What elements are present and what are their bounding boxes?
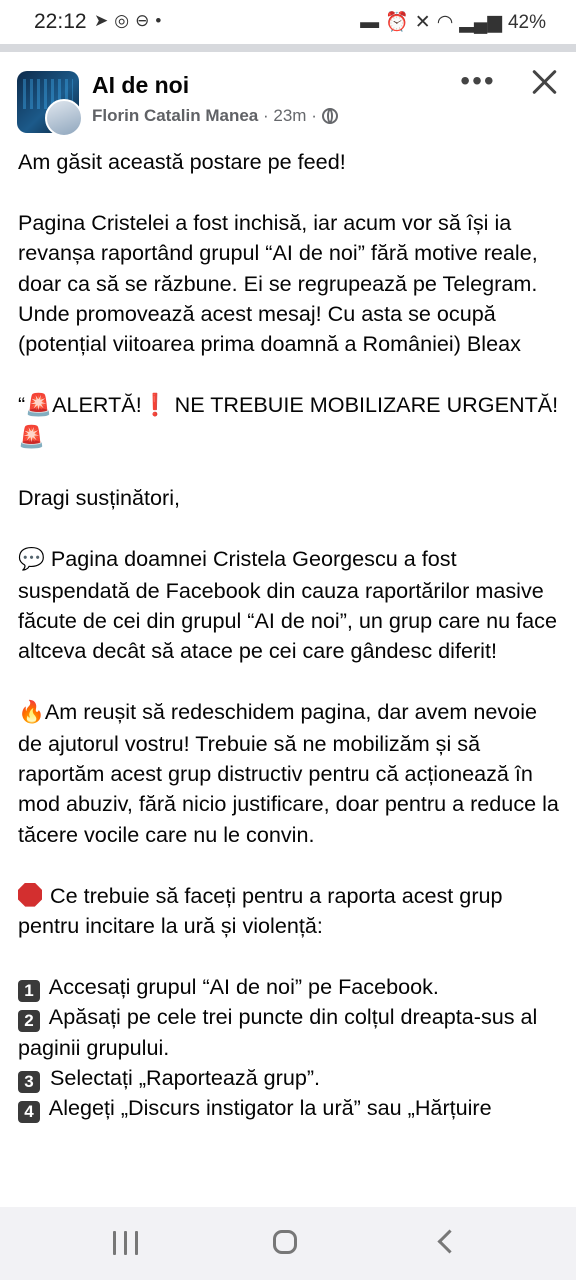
alarm-icon: ⏰ [385,12,409,33]
stop-sign-icon [18,882,42,907]
keycap-4-icon: 4 [18,1101,40,1124]
post-card: AI de noi Florin Catalin Manea · 23m · •… [0,52,576,1207]
group-name[interactable]: AI de noi [92,72,189,99]
keycap-1-icon: 1 [18,979,40,1002]
list-item: 1 Accesați grupul “AI de noi” pe Faceboo… [18,972,563,1002]
author-name[interactable]: Florin Catalin Manea [92,106,258,125]
meta-separator: · [311,106,317,125]
system-nav-bar [0,1207,576,1280]
back-icon[interactable] [437,1229,462,1254]
step-text: Alegeți „Discurs instigator la ură” sau … [44,1095,492,1121]
home-icon[interactable] [273,1230,297,1254]
exclamation-icon: ❗ [141,393,169,419]
author-avatar[interactable] [45,99,83,137]
status-bar: 22:12 ➤◎⊖• ▬ ⏰ ✕ ◠ ▂▄▆ 42% [0,0,576,44]
more-options-button[interactable]: ••• [458,66,498,98]
post-body: Am găsit această postare pe feed! Pagina… [18,147,563,1124]
list-item: 4 Alegeți „Discurs instigator la ură” sa… [18,1093,563,1124]
do-not-disturb-icon: ⊖ [135,11,156,30]
alert-paragraph: “🚨ALERTĂ!❗ NE TREBUIE MOBILIZARE URGENTĂ… [18,390,563,453]
wifi-icon: ◠ [436,12,454,33]
post-paragraph: 🔥Am reușit să redeschidem pagina, dar av… [18,697,563,850]
post-meta: Florin Catalin Manea · 23m · [92,106,338,126]
mute-icon: ✕ [414,12,431,33]
meta-separator: · [262,106,269,125]
siren-icon: 🚨 [25,393,53,419]
bed-icon: ▬ [360,12,380,33]
post-paragraph: Ce trebuie să faceți pentru a raporta ac… [18,881,563,942]
notification-icons: ➤◎⊖• [94,11,167,31]
post-paragraph: Pagina Cristelei a fost inchisă, iar acu… [18,209,538,357]
fire-icon: 🔥 [18,700,45,726]
battery-level: 42% [507,12,546,33]
paragraph-text: Pagina doamnei Cristela Georgescu a fost… [18,546,557,664]
post-paragraph: Am găsit această postare pe feed! [18,149,346,174]
keycap-2-icon: 2 [18,1010,40,1033]
header-divider [0,44,576,52]
whatsapp-icon: ◎ [114,11,136,30]
dot-icon: • [155,11,168,30]
recent-apps-icon[interactable] [113,1231,139,1255]
siren-icon: 🚨 [18,424,45,450]
paragraph-text: Ce trebuie să faceți pentru a raporta ac… [18,882,503,939]
post-paragraph: 💬 Pagina doamnei Cristela Georgescu a fo… [18,544,563,667]
close-icon[interactable] [526,64,562,100]
keycap-3-icon: 3 [18,1071,40,1094]
status-time: 22:12 [34,10,87,33]
paragraph-text: Am reușit să redeschidem pagina, dar ave… [18,699,559,847]
list-item: 2 Apăsați pe cele trei puncte din colțul… [18,1002,563,1063]
globe-icon [321,108,338,124]
speech-bubble-icon: 💬 [18,547,45,573]
alert-text-2: NE TREBUIE MOBILIZARE URGENTĂ! [168,392,559,418]
step-text: Selectați „Raportează grup”. [44,1065,321,1091]
telegram-icon: ➤ [94,11,115,30]
post-time[interactable]: 23m [273,106,306,125]
signal-icon: ▂▄▆ [459,12,502,33]
post-paragraph: Dragi susținători, [18,485,181,511]
step-text: Apăsați pe cele trei puncte din colțul d… [18,1004,538,1060]
step-text: Accesați grupul “AI de noi” pe Facebook. [44,973,439,999]
system-icons: ▬ ⏰ ✕ ◠ ▂▄▆ 42% [354,10,546,34]
alert-text: ALERTĂ! [52,392,142,418]
list-item: 3 Selectați „Raportează grup”. [18,1063,563,1094]
